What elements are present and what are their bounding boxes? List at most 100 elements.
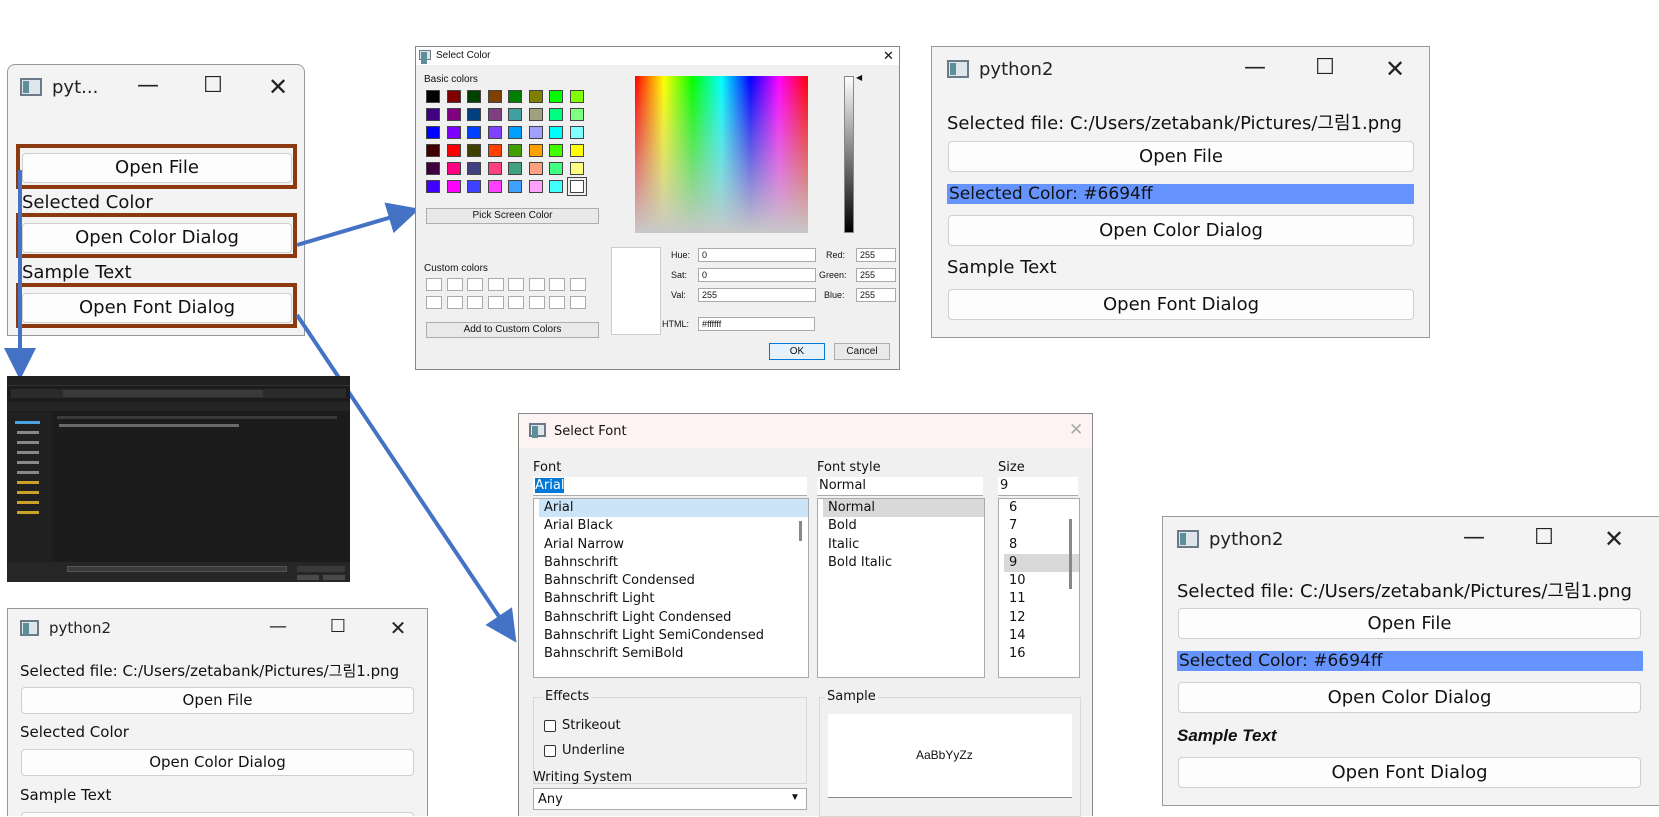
color-swatch[interactable] bbox=[569, 144, 584, 157]
font-style-list-item[interactable]: Bold Italic bbox=[823, 554, 984, 572]
size-input[interactable]: 9 bbox=[998, 477, 1078, 496]
custom-color-slot[interactable] bbox=[508, 278, 524, 291]
custom-color-slot[interactable] bbox=[569, 296, 586, 309]
red-spinbox[interactable]: 255 bbox=[856, 248, 896, 262]
color-swatch[interactable] bbox=[467, 162, 481, 175]
value-slider[interactable] bbox=[844, 76, 854, 233]
color-swatch[interactable] bbox=[467, 90, 481, 103]
custom-color-slot[interactable] bbox=[549, 296, 565, 309]
color-swatch[interactable] bbox=[566, 177, 587, 196]
color-swatch[interactable] bbox=[569, 108, 584, 121]
color-swatch[interactable] bbox=[549, 180, 563, 193]
custom-color-slot[interactable] bbox=[426, 296, 442, 309]
color-swatch[interactable] bbox=[549, 108, 563, 121]
color-swatch[interactable] bbox=[508, 108, 522, 121]
font-style-input[interactable]: Normal bbox=[817, 477, 983, 496]
color-swatch[interactable] bbox=[446, 162, 461, 175]
blue-spinbox[interactable]: 255 bbox=[856, 288, 896, 302]
size-list-item[interactable]: 6 bbox=[1004, 499, 1079, 517]
color-swatch[interactable] bbox=[487, 144, 502, 157]
open-color-dialog-button[interactable]: Open Color Dialog bbox=[21, 749, 414, 776]
color-swatch[interactable] bbox=[508, 126, 522, 139]
open-font-dialog-button[interactable] bbox=[21, 812, 414, 816]
custom-color-slot[interactable] bbox=[528, 296, 545, 309]
color-swatch[interactable] bbox=[426, 90, 440, 103]
size-list[interactable]: 6 7 8 9 10 11 12 14 16 bbox=[998, 498, 1080, 678]
color-swatch[interactable] bbox=[508, 180, 522, 193]
size-list-item[interactable]: 8 bbox=[1004, 536, 1079, 554]
color-swatch[interactable] bbox=[487, 90, 502, 103]
font-list-item[interactable]: Arial bbox=[539, 499, 808, 518]
color-swatch[interactable] bbox=[487, 126, 502, 139]
custom-color-slot[interactable] bbox=[446, 278, 463, 291]
size-list-scrollbar[interactable] bbox=[1069, 519, 1072, 589]
open-color-dialog-button[interactable]: Open Color Dialog bbox=[1178, 682, 1641, 713]
color-swatch[interactable] bbox=[569, 126, 584, 139]
color-swatch[interactable] bbox=[528, 162, 543, 175]
ok-button[interactable]: OK bbox=[769, 343, 825, 360]
hue-spinbox[interactable]: 0 bbox=[698, 248, 816, 262]
custom-color-slot[interactable] bbox=[528, 278, 545, 291]
size-list-item[interactable]: 7 bbox=[1004, 517, 1079, 535]
color-swatch[interactable] bbox=[528, 108, 543, 121]
maximize-icon[interactable]: ☐ bbox=[308, 616, 368, 640]
custom-color-slot[interactable] bbox=[467, 278, 483, 291]
color-swatch[interactable] bbox=[549, 144, 563, 157]
font-style-list-item[interactable]: Italic bbox=[823, 536, 984, 554]
font-input[interactable]: Arial bbox=[533, 477, 807, 496]
color-swatch[interactable] bbox=[446, 126, 461, 139]
color-swatch[interactable] bbox=[467, 126, 481, 139]
color-swatch[interactable] bbox=[569, 90, 584, 103]
color-swatch[interactable] bbox=[487, 108, 502, 121]
strikeout-checkbox-box[interactable] bbox=[544, 719, 556, 732]
font-list-item[interactable]: Arial Black bbox=[539, 517, 808, 535]
custom-color-slot[interactable] bbox=[549, 278, 565, 291]
minimize-icon[interactable]: — bbox=[1439, 525, 1509, 553]
color-swatch[interactable] bbox=[549, 126, 563, 139]
custom-color-slot[interactable] bbox=[467, 296, 483, 309]
font-list-scrollbar[interactable] bbox=[799, 521, 802, 541]
color-swatch[interactable] bbox=[508, 144, 522, 157]
strikeout-checkbox[interactable]: Strikeout bbox=[544, 718, 621, 733]
size-list-item[interactable]: 14 bbox=[1004, 627, 1079, 645]
value-slider-handle-icon[interactable]: ◀ bbox=[856, 73, 862, 82]
add-to-custom-colors-button[interactable]: Add to Custom Colors bbox=[426, 322, 599, 338]
custom-color-slot[interactable] bbox=[569, 278, 586, 291]
color-swatch[interactable] bbox=[508, 162, 522, 175]
font-list-item[interactable]: Bahnschrift Light bbox=[539, 590, 808, 608]
color-swatch[interactable] bbox=[426, 126, 440, 139]
open-file-button[interactable]: Open File bbox=[1178, 608, 1641, 639]
minimize-icon[interactable]: — bbox=[248, 616, 308, 640]
underline-checkbox[interactable]: Underline bbox=[544, 743, 625, 758]
size-list-item[interactable]: 10 bbox=[1004, 572, 1079, 590]
font-style-list-item[interactable]: Bold bbox=[823, 517, 984, 535]
close-icon[interactable]: ✕ bbox=[1360, 55, 1429, 83]
color-swatch[interactable] bbox=[446, 90, 461, 103]
color-swatch[interactable] bbox=[446, 180, 461, 193]
color-swatch[interactable] bbox=[487, 180, 502, 193]
custom-color-slot[interactable] bbox=[508, 296, 524, 309]
close-icon[interactable]: ✕ bbox=[368, 616, 427, 640]
color-swatch[interactable] bbox=[528, 126, 543, 139]
writing-system-select[interactable]: Any ▼ bbox=[533, 788, 807, 810]
color-swatch[interactable] bbox=[487, 162, 502, 175]
green-spinbox[interactable]: 255 bbox=[856, 268, 896, 282]
pick-screen-color-button[interactable]: Pick Screen Color bbox=[426, 208, 599, 224]
close-icon[interactable]: ✕ bbox=[1579, 525, 1649, 553]
custom-color-slot[interactable] bbox=[487, 296, 504, 309]
color-swatch[interactable] bbox=[569, 162, 584, 175]
size-list-item[interactable]: 11 bbox=[1004, 590, 1079, 608]
font-list[interactable]: Arial Arial Black Arial Narrow Bahnschrift B… bbox=[533, 498, 809, 678]
color-swatch[interactable] bbox=[426, 108, 440, 121]
color-swatch[interactable] bbox=[467, 180, 481, 193]
color-swatch[interactable] bbox=[528, 180, 543, 193]
color-swatch[interactable] bbox=[467, 144, 481, 157]
color-swatch[interactable] bbox=[549, 90, 563, 103]
font-list-item[interactable]: Bahnschrift Light SemiCondensed bbox=[539, 627, 808, 645]
hue-saturation-spectrum[interactable] bbox=[635, 76, 808, 233]
open-font-dialog-button[interactable]: Open Font Dialog bbox=[948, 289, 1414, 320]
color-swatch[interactable] bbox=[549, 162, 563, 175]
color-swatch[interactable] bbox=[446, 108, 461, 121]
color-swatch[interactable] bbox=[467, 108, 481, 121]
size-list-item[interactable]: 16 bbox=[1004, 645, 1079, 663]
